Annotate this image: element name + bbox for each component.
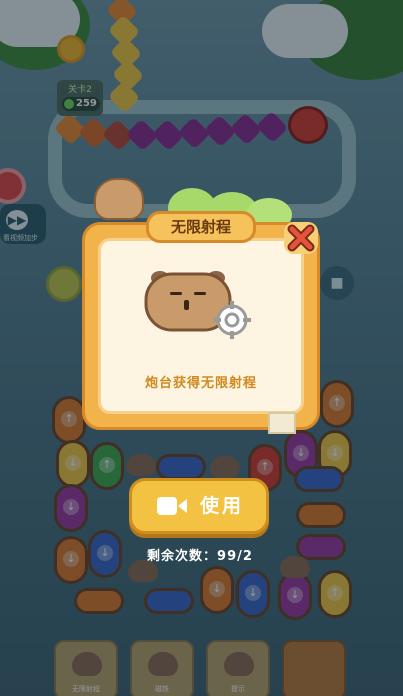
use-button[interactable]: 使用: [129, 478, 269, 534]
video-camera-icon: [157, 497, 187, 515]
dialog-title: 无限射程: [170, 218, 231, 236]
use-button-label: 使用: [200, 495, 245, 517]
ribbon-tag: [268, 412, 296, 434]
dialog-title-plaque: 无限射程: [146, 211, 256, 243]
remaining-uses: 剩余次数：99/2: [147, 549, 253, 564]
close-x-icon: [287, 224, 315, 252]
capybara-peek: [94, 178, 144, 220]
game-board: 关卡2 259 ▶▶ 看视频加步 ■ ↑ ↑ ↓ ↑ ↑ ↓ ↓ ↓ ↓ ↓ ↓…: [0, 0, 403, 696]
crosshair-icon: [213, 301, 251, 339]
dialog-description: 炮台获得无限射程: [144, 376, 257, 391]
close-button[interactable]: [284, 222, 318, 254]
